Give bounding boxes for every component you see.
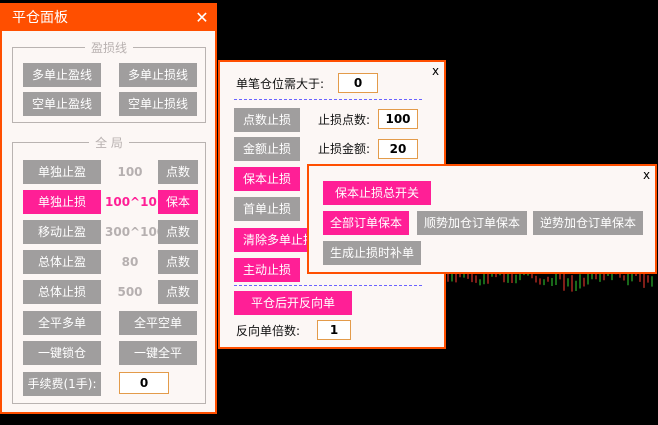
breakeven-panel: x 保本止损总开关 全部订单保本 顺势加仓订单保本 逆势加仓订单保本 生成止损时… bbox=[307, 164, 657, 274]
divider bbox=[234, 99, 422, 100]
panel-titlebar[interactable]: 平仓面板 ✕ bbox=[2, 5, 215, 31]
group-title: 盈损线 bbox=[84, 41, 133, 55]
close-icon[interactable]: ✕ bbox=[193, 5, 211, 31]
min-lot-input[interactable] bbox=[338, 73, 378, 93]
total-sl-unit-button[interactable]: 点数 bbox=[158, 280, 198, 304]
total-tp-unit-button[interactable]: 点数 bbox=[158, 250, 198, 274]
sl-points-input[interactable] bbox=[378, 109, 418, 129]
total-tp-value: 80 bbox=[121, 255, 139, 269]
first-order-sl-button[interactable]: 首单止损 bbox=[234, 197, 300, 221]
sl-amount-label: 止损金额: bbox=[318, 142, 371, 156]
close-everything-button[interactable]: 一键全平 bbox=[119, 341, 197, 365]
close-icon[interactable]: x bbox=[643, 169, 650, 181]
trailing-tp-button[interactable]: 移动止盈 bbox=[23, 220, 101, 244]
single-sl-button[interactable]: 单独止损 bbox=[23, 190, 101, 214]
close-all-short-button[interactable]: 全平空单 bbox=[119, 311, 197, 335]
breakeven-master-switch[interactable]: 保本止损总开关 bbox=[323, 181, 431, 205]
reverse-mult-input[interactable] bbox=[317, 320, 351, 340]
short-sl-line-button[interactable]: 空单止损线 bbox=[119, 92, 197, 116]
total-tp-button[interactable]: 总体止盈 bbox=[23, 250, 101, 274]
close-position-panel: 平仓面板 ✕ 盈损线 多单止盈线 多单止损线 空单止盈线 空单止损线 全 局 单… bbox=[0, 3, 217, 414]
single-tp-button[interactable]: 单独止盈 bbox=[23, 160, 101, 184]
tp-sl-line-group: 盈损线 多单止盈线 多单止损线 空单止盈线 空单止损线 bbox=[12, 41, 206, 123]
all-orders-breakeven-button[interactable]: 全部订单保本 bbox=[323, 211, 409, 235]
amount-sl-button[interactable]: 金额止损 bbox=[234, 137, 300, 161]
trailing-tp-value: 300^100 bbox=[105, 225, 166, 239]
group-title: 全 局 bbox=[89, 136, 129, 150]
trailing-tp-unit-button[interactable]: 点数 bbox=[158, 220, 198, 244]
sl-amount-input[interactable] bbox=[378, 139, 418, 159]
divider bbox=[234, 285, 422, 286]
long-sl-line-button[interactable]: 多单止损线 bbox=[119, 63, 197, 87]
single-sl-value: 100^10 bbox=[105, 195, 157, 209]
trend-add-breakeven-button[interactable]: 顺势加仓订单保本 bbox=[417, 211, 527, 235]
single-tp-unit-button[interactable]: 点数 bbox=[158, 160, 198, 184]
single-tp-value: 100 bbox=[117, 165, 143, 179]
active-sl-button[interactable]: 主动止损 bbox=[234, 258, 300, 282]
reverse-after-close-button[interactable]: 平仓后开反向单 bbox=[234, 291, 352, 315]
lock-position-button[interactable]: 一键锁仓 bbox=[23, 341, 101, 365]
fee-label: 手续费(1手): bbox=[23, 372, 101, 396]
long-tp-line-button[interactable]: 多单止盈线 bbox=[23, 63, 101, 87]
reverse-mult-label: 反向单倍数: bbox=[236, 324, 301, 338]
fee-input[interactable] bbox=[119, 372, 169, 394]
generate-sl-refill-button[interactable]: 生成止损时补单 bbox=[323, 241, 421, 265]
sl-points-label: 止损点数: bbox=[318, 113, 371, 127]
counter-add-breakeven-button[interactable]: 逆势加仓订单保本 bbox=[533, 211, 643, 235]
total-sl-button[interactable]: 总体止损 bbox=[23, 280, 101, 304]
panel-title: 平仓面板 bbox=[12, 10, 68, 26]
global-group: 全 局 单独止盈 100 点数 单独止损 100^10 保本 移动止盈 300^… bbox=[12, 136, 206, 404]
total-sl-value: 500 bbox=[117, 285, 143, 299]
breakeven-sl-button[interactable]: 保本止损 bbox=[234, 167, 300, 191]
points-sl-button[interactable]: 点数止损 bbox=[234, 108, 300, 132]
close-icon[interactable]: x bbox=[432, 65, 439, 77]
single-sl-breakeven-button[interactable]: 保本 bbox=[158, 190, 198, 214]
short-tp-line-button[interactable]: 空单止盈线 bbox=[23, 92, 101, 116]
close-all-long-button[interactable]: 全平多单 bbox=[23, 311, 101, 335]
min-lot-label: 单笔仓位需大于: bbox=[236, 77, 325, 91]
